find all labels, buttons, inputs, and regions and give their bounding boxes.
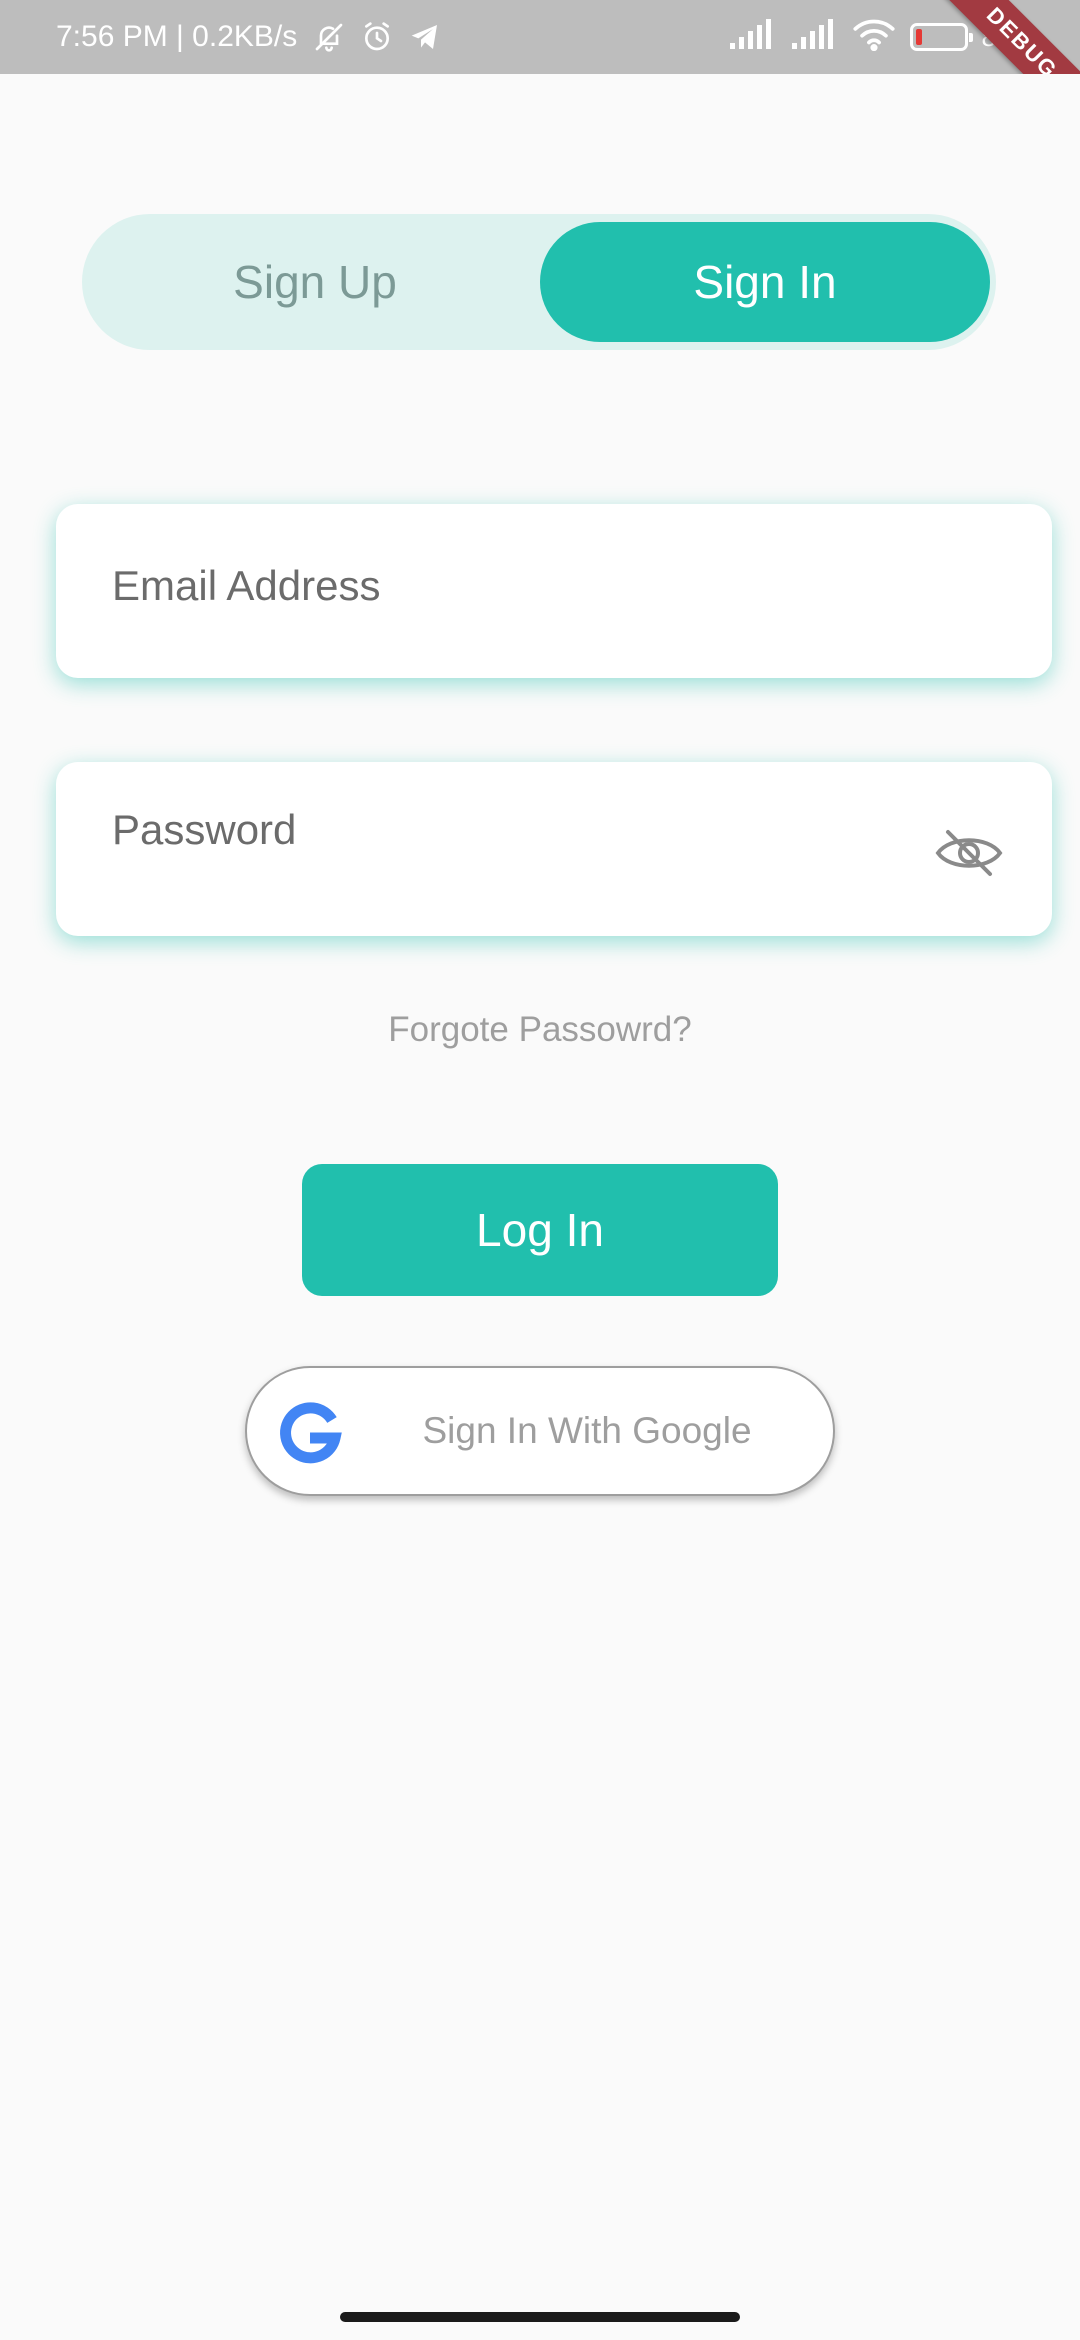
login-button[interactable]: Log In xyxy=(302,1164,778,1296)
email-field[interactable] xyxy=(110,498,954,674)
tab-sign-up[interactable]: Sign Up xyxy=(90,222,540,342)
alarm-icon xyxy=(361,21,393,53)
google-sign-in-label: Sign In With Google xyxy=(422,1410,752,1451)
battery-level xyxy=(915,29,922,45)
auth-tab-switcher: Sign Up Sign In xyxy=(82,214,996,350)
status-time-speed: 7:56 PM | 0.2KB/s xyxy=(56,20,298,53)
forgot-password-link[interactable]: Forgote Passowrd? xyxy=(0,1010,1080,1050)
google-sign-in-button[interactable]: Sign In With Google xyxy=(245,1366,835,1496)
signal-icon xyxy=(728,18,776,56)
home-indicator[interactable] xyxy=(340,2312,740,2322)
status-bar: 7:56 PM | 0.2KB/s DEBUG xyxy=(0,0,1080,74)
eye-off-icon xyxy=(935,830,1003,876)
wifi-icon xyxy=(852,17,896,58)
tab-sign-in[interactable]: Sign In xyxy=(540,222,990,342)
telegram-icon xyxy=(409,21,441,53)
email-field-container xyxy=(56,498,1052,678)
password-field-container xyxy=(56,742,1052,936)
signal-icon xyxy=(790,18,838,56)
bell-off-icon xyxy=(313,21,345,53)
status-left: 7:56 PM | 0.2KB/s xyxy=(56,0,441,74)
google-logo-icon xyxy=(280,1402,342,1464)
battery-icon xyxy=(909,23,973,51)
password-visibility-toggle[interactable] xyxy=(934,828,1004,878)
status-right: 8 xyxy=(728,0,996,74)
password-field[interactable] xyxy=(110,742,954,918)
